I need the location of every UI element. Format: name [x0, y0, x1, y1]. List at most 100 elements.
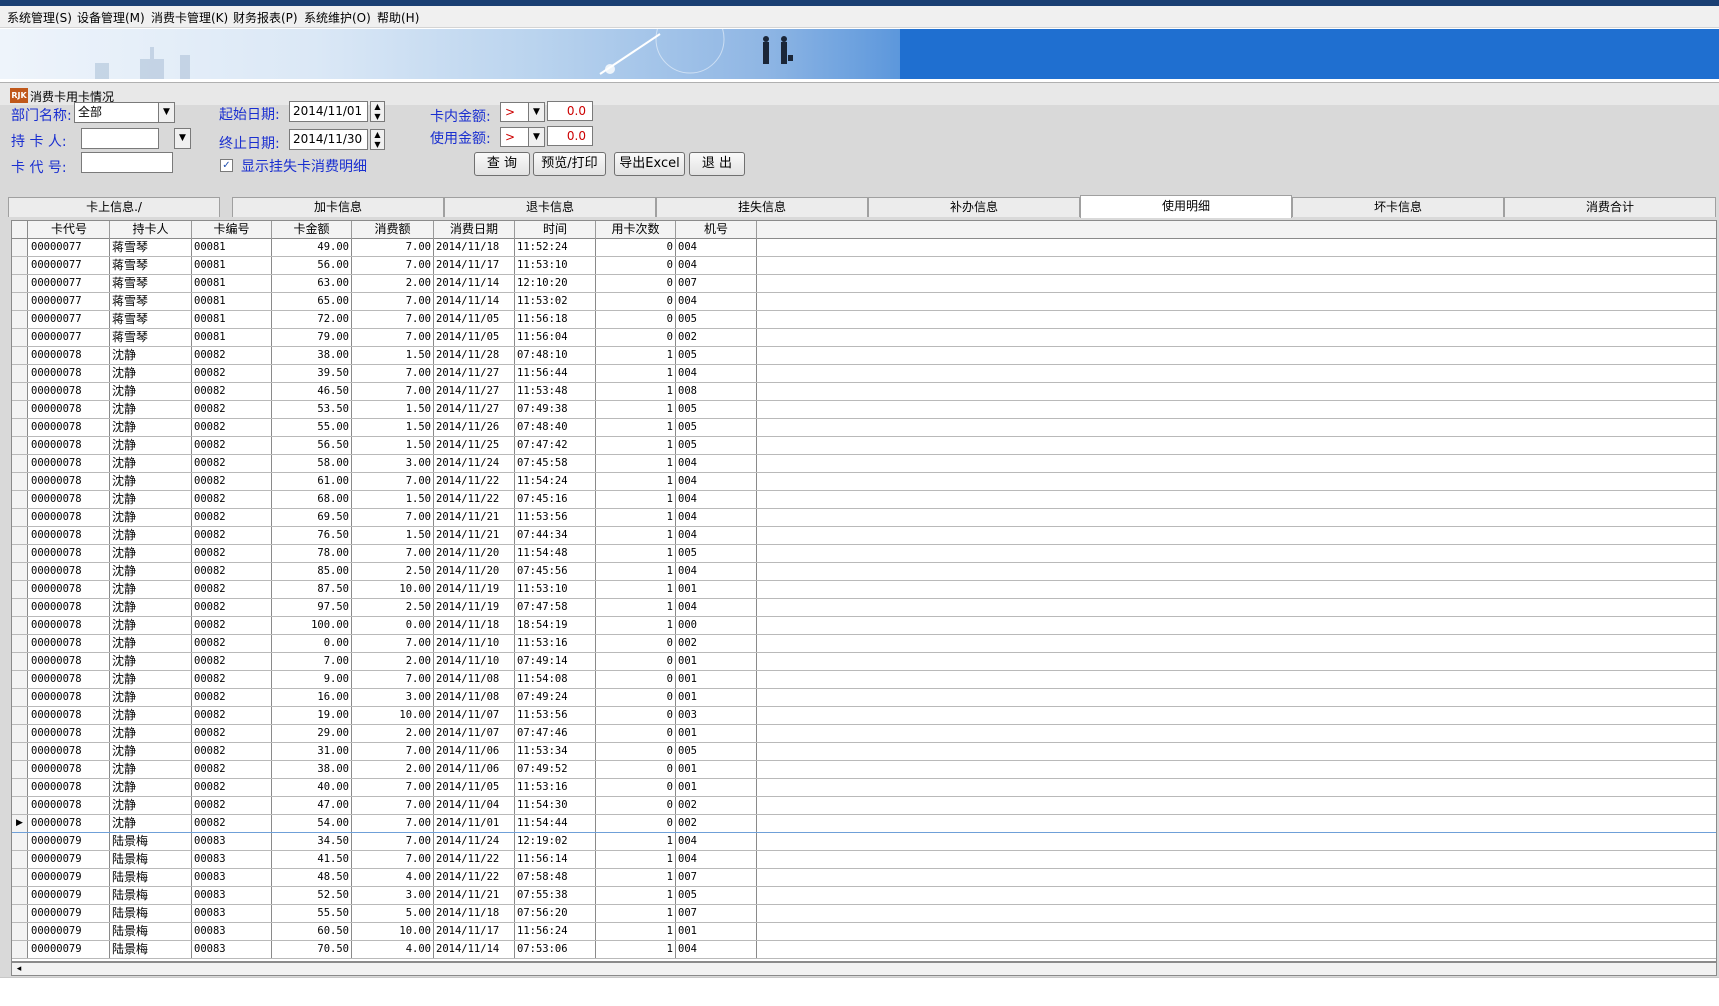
menu-card[interactable]: 消费卡管理(K) — [151, 9, 228, 26]
table-cell[interactable]: 蒋雪琴 — [110, 329, 192, 346]
table-cell[interactable]: 1.50 — [352, 401, 434, 418]
table-cell[interactable]: 11:56:14 — [515, 851, 596, 868]
table-cell[interactable]: 79.00 — [272, 329, 352, 346]
table-cell[interactable]: 2014/11/20 — [434, 563, 515, 580]
table-cell[interactable]: 0 — [596, 311, 676, 328]
table-cell[interactable]: 7.00 — [352, 833, 434, 850]
table-cell[interactable]: 0.00 — [352, 617, 434, 634]
table-cell[interactable]: 沈静 — [110, 707, 192, 724]
row-indicator[interactable] — [12, 599, 28, 616]
table-cell[interactable]: 2014/11/10 — [434, 635, 515, 652]
table-cell[interactable]: 004 — [676, 509, 757, 526]
table-cell[interactable]: 07:48:10 — [515, 347, 596, 364]
table-cell[interactable]: 2014/11/17 — [434, 923, 515, 940]
column-header[interactable]: 时间 — [515, 221, 596, 239]
table-row[interactable]: 00000078 沈静 00082 39.50 7.00 2014/11/27 11:56:… — [12, 365, 1716, 383]
table-cell[interactable]: 2014/11/19 — [434, 599, 515, 616]
table-cell[interactable]: 005 — [676, 401, 757, 418]
table-row[interactable]: 00000078 沈静 00082 38.00 1.50 2014/11/28 07:48:… — [12, 347, 1716, 365]
table-cell[interactable]: 00082 — [192, 455, 272, 472]
exit-button[interactable]: 退 出 — [689, 152, 745, 176]
table-cell[interactable]: 00082 — [192, 365, 272, 382]
table-cell[interactable]: 00082 — [192, 527, 272, 544]
balance-amount-input[interactable]: 0.0 — [547, 101, 593, 121]
table-cell[interactable]: 00000078 — [29, 545, 110, 562]
table-cell[interactable]: 56.50 — [272, 437, 352, 454]
table-cell[interactable]: 0.00 — [272, 635, 352, 652]
menu-device[interactable]: 设备管理(M) — [77, 9, 145, 26]
table-cell[interactable]: 沈静 — [110, 653, 192, 670]
table-cell[interactable]: 07:47:58 — [515, 599, 596, 616]
table-cell[interactable]: 2014/11/18 — [434, 905, 515, 922]
spin-down-icon[interactable]: ▼ — [371, 112, 384, 122]
table-cell[interactable]: 00082 — [192, 401, 272, 418]
table-cell[interactable]: 0 — [596, 653, 676, 670]
table-cell[interactable]: 00000077 — [29, 293, 110, 310]
table-cell[interactable]: 00000078 — [29, 401, 110, 418]
table-cell[interactable]: 1 — [596, 491, 676, 508]
table-cell[interactable]: 沈静 — [110, 725, 192, 742]
table-row[interactable]: 00000078 沈静 00082 53.50 1.50 2014/11/27 07:49:… — [12, 401, 1716, 419]
table-cell[interactable]: 沈静 — [110, 743, 192, 760]
row-indicator[interactable] — [12, 437, 28, 454]
table-cell[interactable]: 004 — [676, 365, 757, 382]
row-indicator[interactable] — [12, 509, 28, 526]
table-row[interactable]: 00000078 沈静 00082 40.00 7.00 2014/11/05 11:53:… — [12, 779, 1716, 797]
table-cell[interactable]: 005 — [676, 311, 757, 328]
table-cell[interactable]: 00000077 — [29, 329, 110, 346]
table-cell[interactable]: 00000078 — [29, 365, 110, 382]
table-cell[interactable]: 2014/11/24 — [434, 455, 515, 472]
table-cell[interactable]: 85.00 — [272, 563, 352, 580]
table-cell[interactable]: 0 — [596, 329, 676, 346]
table-cell[interactable]: 1.50 — [352, 527, 434, 544]
tab-0[interactable]: 卡上信息./ — [8, 197, 220, 217]
table-cell[interactable]: 1 — [596, 455, 676, 472]
table-cell[interactable]: 00000077 — [29, 257, 110, 274]
table-cell[interactable]: 004 — [676, 851, 757, 868]
row-indicator[interactable] — [12, 491, 28, 508]
table-cell[interactable]: 69.50 — [272, 509, 352, 526]
balance-op-dropdown[interactable]: ▼ — [528, 102, 545, 122]
column-header[interactable]: 卡金额 — [272, 221, 352, 239]
table-cell[interactable]: 2014/11/22 — [434, 473, 515, 490]
table-cell[interactable]: 1 — [596, 851, 676, 868]
table-cell[interactable]: 2014/11/01 — [434, 815, 515, 832]
table-cell[interactable]: 004 — [676, 455, 757, 472]
table-cell[interactable]: 0 — [596, 671, 676, 688]
tab-2[interactable]: 退卡信息 — [444, 197, 656, 217]
table-cell[interactable]: 7.00 — [352, 293, 434, 310]
table-cell[interactable]: 00000078 — [29, 599, 110, 616]
row-indicator[interactable] — [12, 797, 28, 814]
table-cell[interactable]: 00083 — [192, 941, 272, 958]
balance-op-select[interactable]: > — [500, 102, 530, 122]
table-cell[interactable]: 00000078 — [29, 653, 110, 670]
table-cell[interactable]: 2014/11/17 — [434, 257, 515, 274]
table-cell[interactable]: 1 — [596, 401, 676, 418]
table-cell[interactable]: 19.00 — [272, 707, 352, 724]
table-cell[interactable]: 10.00 — [352, 923, 434, 940]
tab-1[interactable]: 加卡信息 — [232, 197, 444, 217]
tab-3[interactable]: 挂失信息 — [656, 197, 868, 217]
table-cell[interactable]: 1 — [596, 833, 676, 850]
table-cell[interactable]: 0 — [596, 743, 676, 760]
table-cell[interactable]: 3.00 — [352, 887, 434, 904]
table-row[interactable]: 00000078 沈静 00082 85.00 2.50 2014/11/20 07:45:… — [12, 563, 1716, 581]
table-cell[interactable]: 0 — [596, 239, 676, 256]
end-date-spinner[interactable]: ▲ ▼ — [370, 129, 385, 150]
table-cell[interactable]: 00083 — [192, 869, 272, 886]
spin-up-icon[interactable]: ▲ — [371, 102, 384, 112]
table-cell[interactable]: 07:47:46 — [515, 725, 596, 742]
row-indicator[interactable] — [12, 887, 28, 904]
table-cell[interactable]: 87.50 — [272, 581, 352, 598]
row-indicator[interactable] — [12, 401, 28, 418]
table-cell[interactable]: 52.50 — [272, 887, 352, 904]
table-cell[interactable]: 11:56:18 — [515, 311, 596, 328]
end-date-input[interactable]: 2014/11/30 — [289, 129, 368, 150]
table-cell[interactable]: 沈静 — [110, 491, 192, 508]
row-indicator[interactable] — [12, 635, 28, 652]
table-cell[interactable]: 2014/11/28 — [434, 347, 515, 364]
table-row[interactable]: 00000078 沈静 00082 100.00 0.00 2014/11/18 18:54… — [12, 617, 1716, 635]
table-cell[interactable]: 00082 — [192, 563, 272, 580]
table-cell[interactable]: 54.00 — [272, 815, 352, 832]
table-cell[interactable]: 00082 — [192, 797, 272, 814]
